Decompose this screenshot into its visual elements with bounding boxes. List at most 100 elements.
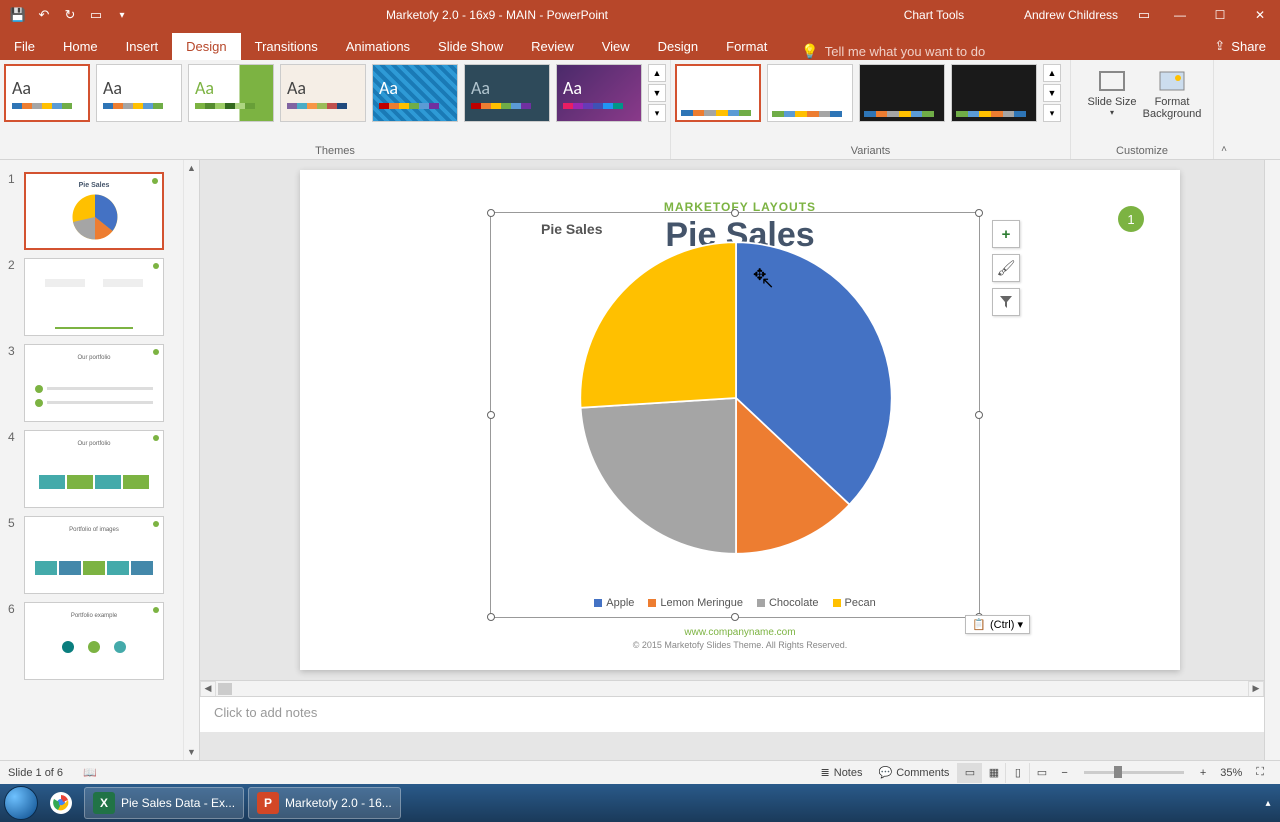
themes-scroll-up[interactable]: ▲ (648, 64, 666, 82)
tab-review[interactable]: Review (517, 33, 588, 60)
tab-chart-design[interactable]: Design (644, 33, 712, 60)
legend-item[interactable]: Chocolate (757, 597, 819, 609)
slide-thumb-1[interactable]: Pie Sales (24, 172, 164, 250)
legend-item[interactable]: Apple (594, 597, 634, 609)
vertical-scrollbar[interactable] (1264, 160, 1280, 760)
slide-canvas[interactable]: MARKETOFY LAYOUTS Pie Sales 1 Pie Sales … (300, 170, 1180, 670)
maximize-button[interactable]: ☐ (1200, 0, 1240, 30)
chart-elements-button[interactable]: + (992, 220, 1020, 248)
taskbar-chrome[interactable] (42, 787, 80, 819)
theme-thumb-5[interactable]: Aa (372, 64, 458, 122)
legend-item[interactable]: Lemon Meringue (648, 597, 743, 609)
slide-thumb-6[interactable]: Portfolio example (24, 602, 164, 680)
undo-icon[interactable]: ↶ (36, 7, 52, 23)
ribbon-tabs: File Home Insert Design Transitions Anim… (0, 30, 1280, 60)
variant-thumb-4[interactable] (951, 64, 1037, 122)
slide-thumbnail-pane[interactable]: 1 Pie Sales 2 3Our portfolio 4Our portfo… (0, 160, 200, 760)
tab-home[interactable]: Home (49, 33, 112, 60)
tab-design[interactable]: Design (172, 33, 240, 60)
taskbar-powerpoint[interactable]: PMarketofy 2.0 - 16... (248, 787, 401, 819)
context-tab-label: Chart Tools (854, 0, 1014, 30)
slide-thumb-4[interactable]: Our portfolio (24, 430, 164, 508)
theme-thumb-3[interactable]: Aa (188, 64, 274, 122)
selection-handle[interactable] (731, 613, 739, 621)
legend-label: Pecan (845, 597, 876, 609)
theme-thumb-4[interactable]: Aa (280, 64, 366, 122)
tab-chart-format[interactable]: Format (712, 33, 781, 60)
tell-me-placeholder: Tell me what you want to do (825, 44, 985, 59)
reading-view-button[interactable]: ▯ (1005, 763, 1029, 783)
share-button[interactable]: ⇪ Share (1200, 32, 1280, 60)
pie-chart[interactable] (563, 225, 909, 571)
themes-more[interactable]: ▾ (648, 104, 666, 122)
variants-more[interactable]: ▾ (1043, 104, 1061, 122)
selection-handle[interactable] (975, 411, 983, 419)
chart-legend[interactable]: Apple Lemon Meringue Chocolate Pecan (491, 597, 979, 609)
zoom-level[interactable]: 35% (1220, 767, 1242, 779)
footer-url: www.companyname.com (300, 627, 1180, 638)
variant-thumb-1[interactable] (675, 64, 761, 122)
slide-number: 5 (8, 516, 24, 530)
minimize-button[interactable]: — (1160, 0, 1200, 30)
save-icon[interactable]: 💾 (10, 7, 26, 23)
selection-handle[interactable] (487, 209, 495, 217)
theme-thumb-6[interactable]: Aa (464, 64, 550, 122)
chart-styles-button[interactable]: 🖌 (992, 254, 1020, 282)
selection-handle[interactable] (731, 209, 739, 217)
slide-thumb-5[interactable]: Portfolio of images (24, 516, 164, 594)
pie-slice[interactable] (581, 398, 736, 554)
theme-thumb-1[interactable]: Aa (4, 64, 90, 122)
variants-scroll-up[interactable]: ▲ (1043, 64, 1061, 82)
slide-counter[interactable]: Slide 1 of 6 (8, 767, 63, 779)
format-background-button[interactable]: Format Background (1143, 68, 1201, 120)
slide-editor: MARKETOFY LAYOUTS Pie Sales 1 Pie Sales … (200, 160, 1280, 760)
tab-view[interactable]: View (588, 33, 644, 60)
legend-item[interactable]: Pecan (833, 597, 876, 609)
fit-to-window-button[interactable]: ⛶ (1248, 766, 1272, 779)
slide-thumb-2[interactable] (24, 258, 164, 336)
selection-handle[interactable] (487, 613, 495, 621)
show-hidden-icons[interactable]: ▴ (1260, 788, 1276, 818)
start-from-beginning-icon[interactable]: ▭ (88, 7, 104, 23)
slide-sorter-button[interactable]: ▦ (981, 763, 1005, 783)
ribbon-display-icon[interactable]: ▭ (1136, 7, 1152, 23)
user-name[interactable]: Andrew Childress (1014, 8, 1128, 22)
comments-button[interactable]: 💬 Comments (871, 766, 958, 779)
qat-customize-icon[interactable]: ▾ (114, 7, 130, 23)
normal-view-button[interactable]: ▭ (957, 763, 981, 783)
close-button[interactable]: ✕ (1240, 0, 1280, 30)
themes-scroll-down[interactable]: ▼ (648, 84, 666, 102)
spellcheck-icon[interactable]: 📖 (75, 766, 105, 779)
zoom-in-button[interactable]: + (1192, 767, 1214, 779)
tab-insert[interactable]: Insert (112, 33, 173, 60)
chart-object[interactable]: Pie Sales ✥↖ AppleLemon MeringueChocolat… (490, 212, 980, 618)
redo-icon[interactable]: ↻ (62, 7, 78, 23)
zoom-out-button[interactable]: − (1053, 767, 1075, 779)
tab-animations[interactable]: Animations (332, 33, 424, 60)
variant-thumb-2[interactable] (767, 64, 853, 122)
zoom-slider[interactable] (1084, 771, 1184, 774)
notes-pane[interactable]: Click to add notes (200, 696, 1264, 732)
variants-scroll-down[interactable]: ▼ (1043, 84, 1061, 102)
notes-button[interactable]: ≣ Notes (813, 766, 871, 779)
taskbar-excel[interactable]: XPie Sales Data - Ex... (84, 787, 244, 819)
chart-filters-button[interactable] (992, 288, 1020, 316)
selection-handle[interactable] (975, 209, 983, 217)
tab-file[interactable]: File (0, 33, 49, 60)
selection-handle[interactable] (487, 411, 495, 419)
thumbnail-scrollbar[interactable]: ▲▼ (183, 160, 199, 760)
collapse-ribbon-button[interactable]: ˄ (1214, 60, 1234, 159)
slide-size-button[interactable]: Slide Size▾ (1083, 68, 1141, 120)
tell-me-search[interactable]: 💡 Tell me what you want to do (801, 43, 985, 60)
windows-taskbar: XPie Sales Data - Ex... PMarketofy 2.0 -… (0, 784, 1280, 822)
variant-thumb-3[interactable] (859, 64, 945, 122)
slideshow-view-button[interactable]: ▭ (1029, 763, 1053, 783)
start-button[interactable] (4, 786, 38, 820)
pie-slice[interactable] (580, 242, 736, 407)
tab-transitions[interactable]: Transitions (241, 33, 332, 60)
horizontal-scrollbar[interactable]: ◀▶ (200, 680, 1264, 696)
theme-thumb-2[interactable]: Aa (96, 64, 182, 122)
theme-thumb-7[interactable]: Aa (556, 64, 642, 122)
tab-slideshow[interactable]: Slide Show (424, 33, 517, 60)
slide-thumb-3[interactable]: Our portfolio (24, 344, 164, 422)
